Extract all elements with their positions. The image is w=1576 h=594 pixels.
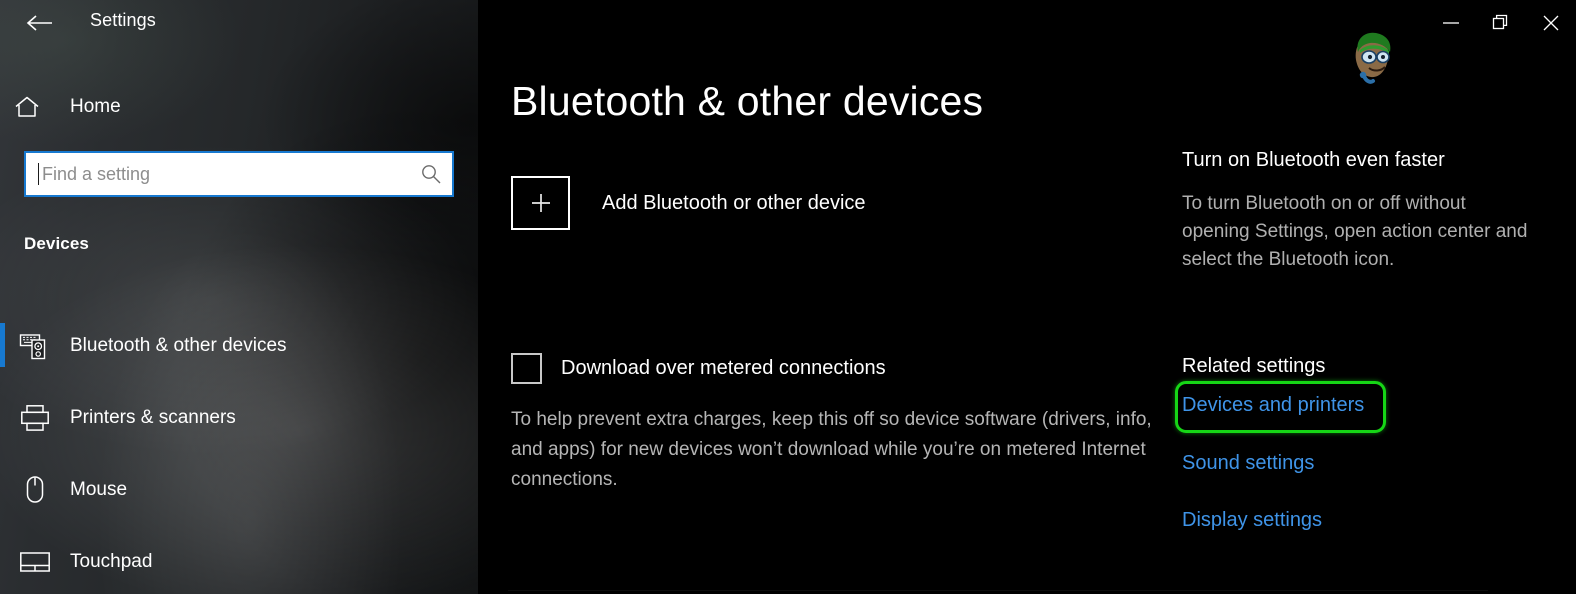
page-title: Bluetooth & other devices: [511, 78, 984, 124]
minimize-icon: [1442, 17, 1460, 29]
close-button[interactable]: [1526, 0, 1576, 46]
metered-description: To help prevent extra charges, keep this…: [511, 409, 1152, 490]
restore-button[interactable]: [1476, 0, 1526, 46]
selection-indicator: [0, 323, 5, 367]
add-bluetooth-device-button[interactable]: Add Bluetooth or other device: [511, 176, 866, 230]
restore-icon: [1492, 14, 1510, 32]
sidebar-item-printers-and-scanners[interactable]: Printers & scanners: [0, 382, 478, 454]
minimize-button[interactable]: [1426, 0, 1476, 46]
sidebar: Home Find a setting Devices Bluetooth & …: [0, 0, 478, 594]
search-input[interactable]: Find a setting: [24, 151, 454, 197]
link-devices-and-printers[interactable]: Devices and printers: [1182, 394, 1364, 417]
sidebar-home-label: Home: [70, 96, 121, 117]
search-placeholder: Find a setting: [42, 163, 151, 184]
add-device-label: Add Bluetooth or other device: [602, 191, 866, 214]
metered-checkbox[interactable]: [511, 353, 542, 384]
title-bar: Settings: [0, 0, 1576, 46]
metered-checkbox-row[interactable]: Download over metered connections: [511, 353, 1171, 384]
printer-icon: [0, 404, 70, 432]
link-display-settings[interactable]: Display settings: [1182, 509, 1322, 532]
tip-title: Turn on Bluetooth even faster: [1182, 149, 1445, 171]
sidebar-item-home[interactable]: Home: [0, 84, 478, 130]
window-controls: [1426, 0, 1576, 46]
bluetooth-devices-icon: [0, 331, 70, 361]
sidebar-item-mouse[interactable]: Mouse: [0, 454, 478, 526]
touchpad-icon: [0, 550, 70, 574]
sidebar-item-label: Mouse: [70, 479, 128, 500]
app-title: Settings: [90, 10, 156, 30]
sidebar-item-touchpad[interactable]: Touchpad: [0, 526, 478, 594]
sidebar-item-bluetooth-and-other-devices[interactable]: Bluetooth & other devices: [0, 310, 478, 382]
search-caret: [38, 163, 39, 185]
sidebar-item-label: Printers & scanners: [70, 407, 236, 428]
related-settings-title: Related settings: [1182, 355, 1326, 377]
metered-connections-setting: Download over metered connections To hel…: [511, 353, 1171, 495]
plus-icon: [511, 176, 570, 230]
search-icon[interactable]: [410, 163, 452, 185]
bottom-divider: [508, 590, 1488, 591]
settings-window: Settings Home Find a setting Devices Blu…: [0, 0, 1576, 594]
sidebar-section-title: Devices: [24, 234, 89, 253]
mouse-icon: [0, 475, 70, 505]
back-button[interactable]: [16, 0, 62, 46]
close-icon: [1542, 14, 1560, 32]
sidebar-item-label: Touchpad: [70, 551, 153, 572]
metered-checkbox-label: Download over metered connections: [561, 357, 886, 379]
home-icon: [0, 95, 54, 119]
back-arrow-icon: [25, 13, 53, 33]
tip-body: To turn Bluetooth on or off without open…: [1182, 193, 1528, 270]
link-sound-settings[interactable]: Sound settings: [1182, 452, 1314, 475]
sidebar-item-label: Bluetooth & other devices: [70, 335, 287, 356]
sidebar-nav: Bluetooth & other devices Printers & sca…: [0, 310, 478, 594]
